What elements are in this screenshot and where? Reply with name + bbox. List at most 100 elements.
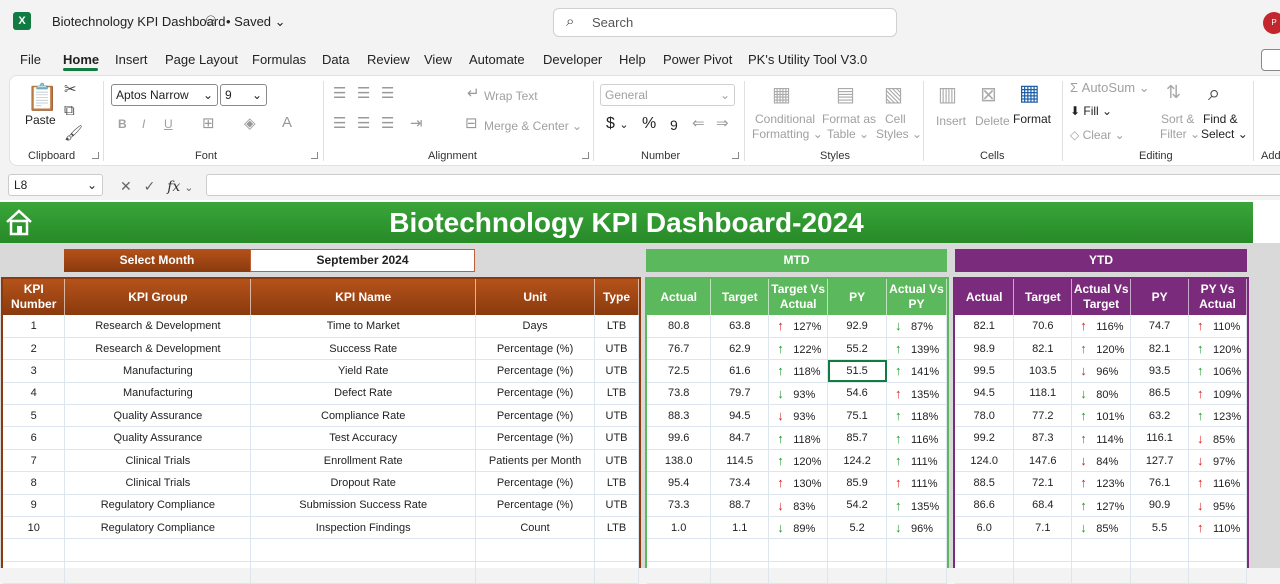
- tab-help[interactable]: Help: [619, 52, 646, 67]
- alignment-launcher-icon[interactable]: [582, 152, 589, 159]
- decrease-decimal-icon[interactable]: ⇒: [716, 114, 729, 132]
- ytd-value-cell[interactable]: ↓ 84%: [1071, 449, 1132, 473]
- cell-styles-icon[interactable]: ▧: [884, 82, 903, 107]
- mtd-value-cell[interactable]: ↑ 118%: [768, 359, 829, 383]
- ytd-value-cell[interactable]: 63.2: [1130, 404, 1189, 428]
- ytd-value-cell[interactable]: 127.7: [1130, 449, 1189, 473]
- ytd-value-cell[interactable]: ↑ 109%: [1188, 382, 1248, 406]
- align-right-icon[interactable]: ☰: [381, 114, 394, 132]
- ytd-value-cell[interactable]: 82.1: [1130, 337, 1189, 361]
- ytd-value-cell[interactable]: 76.1: [1130, 471, 1189, 495]
- ytd-value-cell[interactable]: ↓ 95%: [1188, 494, 1248, 518]
- kpi-group-cell[interactable]: Manufacturing: [64, 359, 252, 383]
- kpi-num-cell[interactable]: 7: [3, 449, 66, 473]
- kpi-unit-cell[interactable]: Count: [475, 516, 596, 540]
- mtd-value-cell[interactable]: ↓ 87%: [886, 315, 947, 338]
- ytd-value-cell[interactable]: ↑ 123%: [1071, 471, 1132, 495]
- empty-cell[interactable]: [1188, 561, 1248, 584]
- number-format-select[interactable]: General ⌄: [600, 84, 735, 106]
- empty-cell[interactable]: [647, 561, 712, 584]
- empty-cell[interactable]: [3, 538, 66, 562]
- mtd-value-cell[interactable]: 62.9: [710, 337, 770, 361]
- empty-cell[interactable]: [3, 561, 66, 584]
- mtd-value-cell[interactable]: 76.7: [647, 337, 712, 361]
- empty-cell[interactable]: [475, 538, 596, 562]
- share-icon[interactable]: ⚇: [205, 13, 217, 29]
- kpi-group-cell[interactable]: Manufacturing: [64, 382, 252, 406]
- mtd-value-cell[interactable]: 73.8: [647, 382, 712, 406]
- mtd-value-cell[interactable]: ↓ 89%: [768, 516, 829, 540]
- kpi-type-cell[interactable]: UTB: [594, 449, 639, 473]
- ytd-value-cell[interactable]: ↓ 80%: [1071, 382, 1132, 406]
- kpi-name-cell[interactable]: Defect Rate: [250, 382, 477, 406]
- mtd-value-cell[interactable]: ↓ 93%: [768, 382, 829, 406]
- kpi-group-cell[interactable]: Research & Development: [64, 315, 252, 338]
- ytd-value-cell[interactable]: 74.7: [1130, 315, 1189, 338]
- kpi-unit-cell[interactable]: Percentage (%): [475, 382, 596, 406]
- ytd-value-cell[interactable]: 88.5: [955, 471, 1015, 495]
- find-select-icon[interactable]: ⌕: [1208, 80, 1220, 106]
- mtd-value-cell[interactable]: ↓ 83%: [768, 494, 829, 518]
- ytd-value-cell[interactable]: 87.3: [1013, 426, 1073, 450]
- empty-cell[interactable]: [1013, 561, 1073, 584]
- mtd-value-cell[interactable]: 92.9: [827, 315, 887, 338]
- ytd-value-cell[interactable]: ↑ 106%: [1188, 359, 1248, 383]
- avatar[interactable]: P: [1263, 12, 1280, 34]
- bold-button[interactable]: B: [118, 117, 127, 131]
- worksheet[interactable]: Biotechnology KPI Dashboard-2024 Select …: [0, 200, 1280, 584]
- tab-page-layout[interactable]: Page Layout: [165, 52, 238, 67]
- currency-button[interactable]: $ ⌄: [606, 115, 629, 133]
- mtd-value-cell[interactable]: 73.4: [710, 471, 770, 495]
- wrap-text-button[interactable]: Wrap Text: [484, 89, 538, 103]
- kpi-type-cell[interactable]: UTB: [594, 404, 639, 428]
- kpi-num-cell[interactable]: 8: [3, 471, 66, 495]
- comma-button[interactable]: 9: [670, 117, 678, 133]
- empty-cell[interactable]: [475, 561, 596, 584]
- conditional-formatting-label-2[interactable]: Formatting ⌄: [752, 127, 823, 141]
- ytd-value-cell[interactable]: 72.1: [1013, 471, 1073, 495]
- mtd-value-cell[interactable]: ↑ 118%: [768, 426, 829, 450]
- ytd-value-cell[interactable]: 78.0: [955, 404, 1015, 428]
- delete-cells-icon[interactable]: ⊠: [980, 82, 997, 107]
- kpi-name-cell[interactable]: Submission Success Rate: [250, 494, 477, 518]
- mtd-value-cell[interactable]: ↓ 96%: [886, 516, 947, 540]
- kpi-group-cell[interactable]: Quality Assurance: [64, 426, 252, 450]
- mtd-value-cell[interactable]: 75.1: [827, 404, 887, 428]
- conditional-formatting-label[interactable]: Conditional: [755, 112, 815, 126]
- increase-decimal-icon[interactable]: ⇐: [692, 114, 705, 132]
- ytd-value-cell[interactable]: 93.5: [1130, 359, 1189, 383]
- number-launcher-icon[interactable]: [732, 152, 739, 159]
- kpi-num-cell[interactable]: 9: [3, 494, 66, 518]
- kpi-group-cell[interactable]: Quality Assurance: [64, 404, 252, 428]
- comments-button[interactable]: [1261, 49, 1280, 71]
- merge-icon[interactable]: ⊟: [465, 114, 478, 132]
- mtd-value-cell[interactable]: ↑ 135%: [886, 494, 947, 518]
- ytd-value-cell[interactable]: 68.4: [1013, 494, 1073, 518]
- mtd-value-cell[interactable]: ↑ 120%: [768, 449, 829, 473]
- find-select-label[interactable]: Find &: [1203, 112, 1238, 126]
- mtd-value-cell[interactable]: 54.2: [827, 494, 887, 518]
- percent-button[interactable]: %: [642, 115, 656, 133]
- kpi-num-cell[interactable]: 5: [3, 404, 66, 428]
- align-left-icon[interactable]: ☰: [333, 114, 346, 132]
- mtd-value-cell[interactable]: 79.7: [710, 382, 770, 406]
- align-top-icon[interactable]: ☰: [333, 84, 346, 102]
- empty-cell[interactable]: [647, 538, 712, 562]
- mtd-value-cell[interactable]: 51.5: [827, 359, 887, 383]
- mtd-value-cell[interactable]: 85.7: [827, 426, 887, 450]
- tab-review[interactable]: Review: [367, 52, 410, 67]
- borders-icon[interactable]: ⊞: [202, 114, 215, 132]
- mtd-value-cell[interactable]: 85.9: [827, 471, 887, 495]
- empty-cell[interactable]: [594, 538, 639, 562]
- merge-center-button[interactable]: Merge & Center ⌄: [484, 119, 582, 133]
- ytd-value-cell[interactable]: 99.2: [955, 426, 1015, 450]
- kpi-group-cell[interactable]: Regulatory Compliance: [64, 494, 252, 518]
- tab-home[interactable]: Home: [63, 52, 99, 67]
- kpi-name-cell[interactable]: Dropout Rate: [250, 471, 477, 495]
- kpi-group-cell[interactable]: Research & Development: [64, 337, 252, 361]
- kpi-num-cell[interactable]: 2: [3, 337, 66, 361]
- empty-cell[interactable]: [827, 538, 887, 562]
- mtd-value-cell[interactable]: 63.8: [710, 315, 770, 338]
- mtd-value-cell[interactable]: 54.6: [827, 382, 887, 406]
- mtd-value-cell[interactable]: ↑ 141%: [886, 359, 947, 383]
